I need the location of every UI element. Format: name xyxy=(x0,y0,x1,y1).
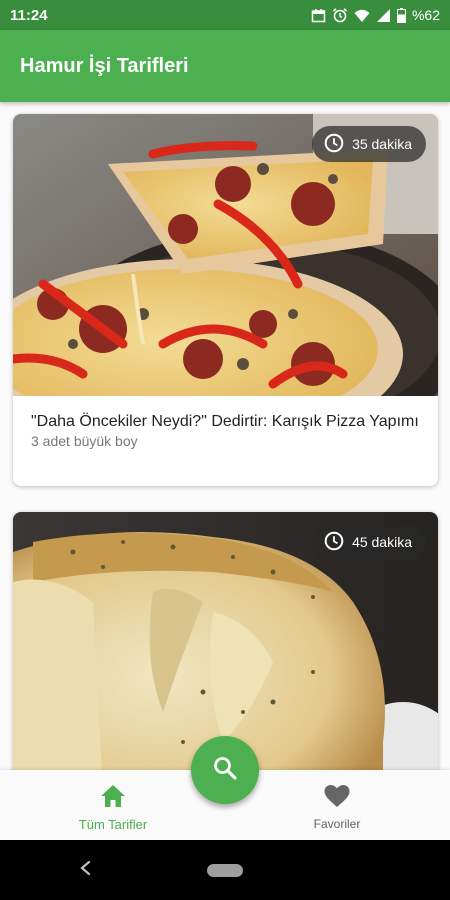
recipe-subtitle: 3 adet büyük boy xyxy=(31,433,138,449)
search-button[interactable] xyxy=(191,736,259,804)
recipe-title: "Daha Öncekiler Neydi?" Dedirtir: Karışı… xyxy=(31,413,419,430)
battery-percent: %62 xyxy=(411,7,440,23)
back-icon[interactable] xyxy=(78,860,92,881)
system-navigation-bar xyxy=(0,840,450,900)
clock-icon xyxy=(324,531,344,554)
cooking-time-badge: 35 dakika xyxy=(312,126,426,162)
nav-label: Favoriler xyxy=(313,817,361,831)
home-icon xyxy=(100,784,126,813)
signal-icon xyxy=(376,8,391,23)
calendar-icon xyxy=(311,8,326,23)
pizza-photo: 35 dakika xyxy=(13,114,438,396)
recipe-list[interactable]: 35 dakika "Daha Öncekiler Neydi?" Dedirt… xyxy=(0,102,450,770)
cooking-time: 45 dakika xyxy=(352,534,412,550)
wifi-icon xyxy=(354,8,370,23)
recipe-card[interactable]: 45 dakika xyxy=(13,512,438,770)
status-time: 11:24 xyxy=(10,6,48,24)
cooking-time: 35 dakika xyxy=(352,136,412,152)
nav-item-all-recipes[interactable]: Tüm Tarifler xyxy=(38,770,188,840)
home-pill-button[interactable] xyxy=(207,864,243,877)
status-icons: %62 xyxy=(311,7,440,23)
recipe-card[interactable]: 35 dakika "Daha Öncekiler Neydi?" Dedirt… xyxy=(13,114,438,486)
battery-icon xyxy=(396,7,406,23)
heart-icon xyxy=(324,784,350,813)
clock-icon xyxy=(324,133,344,156)
status-bar: 11:24 %62 xyxy=(0,0,450,30)
cooking-time-badge: 45 dakika xyxy=(312,524,426,560)
app-bar: Hamur İşi Tarifleri xyxy=(0,30,450,102)
pastry-bread-photo: 45 dakika xyxy=(13,512,438,770)
app-title: Hamur İşi Tarifleri xyxy=(20,54,189,77)
nav-label: Tüm Tarifler xyxy=(78,817,148,832)
nav-item-favorites[interactable]: Favoriler xyxy=(262,770,412,840)
alarm-icon xyxy=(332,7,348,23)
card-body: "Daha Öncekiler Neydi?" Dedirtir: Karışı… xyxy=(13,396,438,449)
search-icon xyxy=(212,755,238,786)
